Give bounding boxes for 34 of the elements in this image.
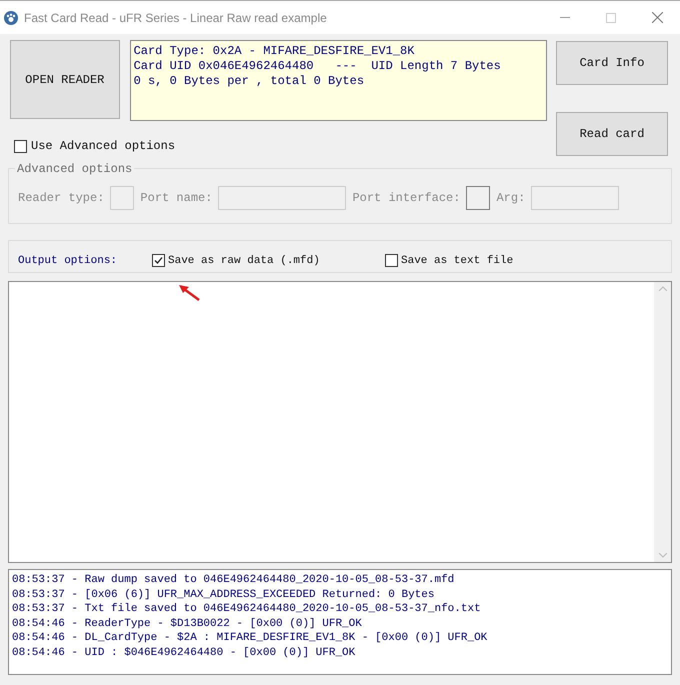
checkmark-icon: [154, 256, 163, 266]
card-info-line: Card UID 0x046E4962464480 --- UID Length 7 Bytes: [134, 59, 502, 74]
scroll-down-icon: [658, 553, 666, 558]
log-line: 08:54:46 - UID : $046E4962464480 - [0x00 (0)] UFR_OK: [12, 646, 356, 660]
scrollbar[interactable]: [654, 282, 671, 562]
minimize-icon: [560, 17, 570, 18]
log-line: 08:54:46 - ReaderType - $D13B0022 - [0x00 (0)] UFR_OK: [12, 616, 363, 631]
checkbox-label: Use Advanced options: [31, 138, 176, 155]
checkbox[interactable]: [14, 140, 27, 152]
window-title: Fast Card Read - uFR Series - Linear Raw read example: [24, 10, 327, 26]
card-info-line: 0 s, 0 Bytes per , total 0 Bytes: [134, 74, 366, 89]
checkbox-label: Save as raw data (.mfd): [168, 254, 320, 268]
log-line: 08:54:46 - DL_CardType - $2A : MIFARE_DESFIRE_EV1_8K - [0x00 (0)] UFR_OK: [12, 631, 488, 646]
paw-icon: [4, 10, 18, 24]
field-label: Port interface:: [352, 190, 460, 207]
maximize-icon: [606, 12, 616, 22]
checkbox[interactable]: [385, 254, 398, 268]
output-text-area[interactable]: [8, 281, 672, 563]
checkbox-label: Save as text file: [401, 254, 514, 268]
scroll-up-icon: [658, 286, 666, 291]
card-button[interactable]: Card Info: [556, 41, 668, 85]
checkbox[interactable]: [152, 254, 165, 268]
field-label: Reader type:: [18, 190, 104, 207]
log-line: 08:53:37 - [0x06 (6)] UFR_MAX_ADDRESS_EXCEEDED Returned: 0 Bytes: [12, 588, 436, 602]
log-line: 08:53:37 - Raw dump saved to 046E4962464480_2020-10-05_08-53-37.mfd: [12, 573, 456, 588]
arrow-icon: [178, 284, 200, 301]
field-label: Port name:: [140, 190, 212, 207]
group-title: Output options:: [18, 254, 118, 268]
field-label: Arg:: [496, 190, 526, 207]
card-info-line: Card Type: 0x2A - MIFARE_DESFIRE_EV1_8K: [134, 44, 416, 59]
open-reader-button[interactable]: OPEN READER: [10, 40, 120, 119]
card-button[interactable]: Read card: [556, 112, 668, 156]
log-line: 08:53:37 - Txt file saved to 046E4962464480_2020-10-05_08-53-37_nfo.txt: [12, 602, 482, 616]
close-icon: [652, 12, 662, 23]
